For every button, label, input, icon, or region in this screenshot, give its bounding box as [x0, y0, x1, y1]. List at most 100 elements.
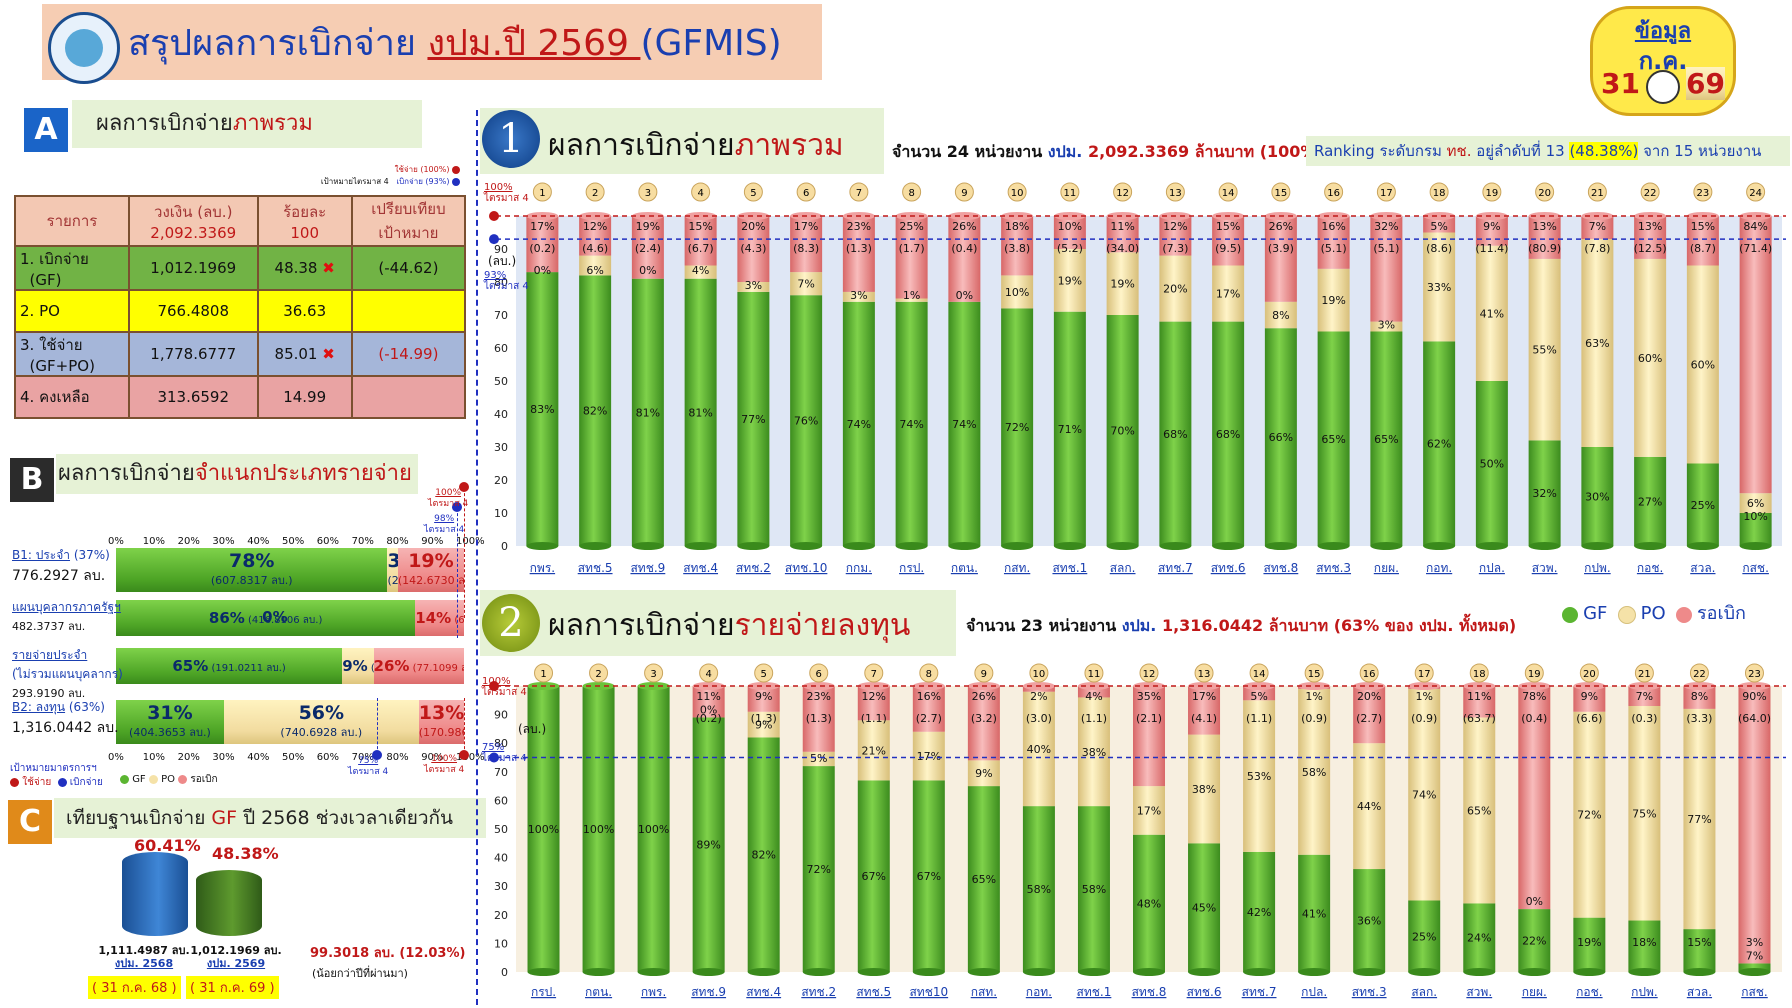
rank-label: 18: [1473, 669, 1486, 680]
department-logo-icon: [48, 12, 120, 84]
remaining-value-label: (5.2): [1057, 242, 1083, 255]
wait-value-label: 35%: [1137, 690, 1161, 703]
po-value-label: 0%: [956, 289, 973, 302]
chart1-unit: (ลบ.): [488, 254, 517, 268]
b-bar-segment-r: 13%(170.9861 ลบ.): [418, 700, 464, 744]
po-value-label: 0%: [1526, 895, 1543, 908]
rank-label: 6: [816, 669, 822, 680]
rank-label: 3: [650, 669, 656, 680]
gf-value-label: 67%: [917, 870, 941, 883]
rank-label: 23: [1748, 669, 1761, 680]
wait-value-label: 23%: [807, 690, 831, 703]
po-legend-icon: [1617, 605, 1636, 624]
b-bar-segment-g: 65% (191.0211 ลบ.): [116, 648, 343, 684]
po-value-label: 0%: [534, 264, 551, 277]
target-note: 100% ไตรมาส 4: [484, 182, 529, 204]
gf-value-label: 18%: [1632, 936, 1656, 949]
bar-base: [1528, 542, 1561, 550]
rank-label: 12: [1143, 669, 1156, 680]
rank-label: 24: [1749, 188, 1762, 199]
category-label: สทช.10: [785, 561, 827, 575]
po-value-label: 40%: [1027, 743, 1051, 756]
rank-label: 20: [1583, 669, 1596, 680]
target-dot: [489, 234, 499, 245]
po-value-label: 17%: [917, 750, 941, 763]
po-value-label: 60%: [1638, 352, 1662, 365]
wait-value-label: 12%: [1163, 220, 1187, 233]
rank-label: 2: [592, 188, 598, 199]
b-bar-segment-y: 56% (740.6928 ลบ.): [223, 700, 419, 744]
chart1-heading: ผลการเบิกจ่ายภาพรวม: [548, 128, 844, 163]
category-label: กตน.: [951, 561, 978, 575]
category-label: สทช.1: [1052, 561, 1087, 575]
category-label: กพร.: [530, 561, 555, 575]
col-item-header: รายการ: [14, 195, 130, 247]
bar-base: [1518, 968, 1551, 976]
rank-label: 22: [1693, 669, 1706, 680]
category-label: สทช.3: [1316, 561, 1351, 575]
po-value-label: 10%: [1005, 286, 1029, 299]
remaining-value-label: (0.9): [1301, 712, 1327, 725]
b-row-labels: B1: ประจำ (37%) 776.2927 ลบ. แผนบุคลากรภาค…: [12, 548, 123, 748]
rank-label: 11: [1088, 669, 1101, 680]
y-tick-label: 20: [494, 474, 508, 487]
wait-value-label: 84%: [1743, 220, 1767, 233]
bar-base: [1053, 542, 1086, 550]
c-prev-cylinder: [122, 852, 188, 936]
summary-row-spent: 3. ใช้จ่าย (GF+PO) 1,778.6777 85.01 ✖ (-…: [14, 331, 467, 377]
po-value-label: 55%: [1532, 344, 1556, 357]
rank-label: 9: [981, 669, 987, 680]
remaining-value-label: (0.4): [1521, 712, 1547, 725]
category-label: สทช.6: [1187, 985, 1222, 999]
wait-value-label: 9%: [1581, 690, 1598, 703]
remaining-value-label: (71.4): [1739, 242, 1772, 255]
remaining-value-label: (2.7): [1356, 712, 1382, 725]
wait-value-label: 5%: [1430, 220, 1447, 233]
remaining-value-label: (64.0): [1738, 712, 1771, 725]
category-label: กรป.: [899, 561, 924, 575]
gf-value-label: 76%: [794, 415, 818, 428]
bar-base: [1022, 968, 1055, 976]
category-label: สทช.4: [746, 985, 781, 999]
b-axis-tick: 80%: [386, 536, 409, 547]
category-label: กตน.: [585, 985, 612, 999]
wait-value-label: 16%: [917, 690, 941, 703]
gf-value-label: 70%: [1110, 425, 1134, 438]
wait-value-label: 17%: [530, 220, 554, 233]
bar-base: [842, 542, 875, 550]
gf-value-label: 27%: [1638, 495, 1662, 508]
remaining-value-label: (0.2): [529, 242, 555, 255]
bar-base: [631, 542, 664, 550]
gf-value-label: 100%: [583, 823, 614, 836]
gf-value-label: 82%: [751, 849, 775, 862]
chart2-plot: 01020304050607080901กรป.100%2กตน.100%3กพ…: [489, 663, 1786, 999]
rank-label: 10: [1011, 188, 1024, 199]
wait-value-label: 15%: [1216, 220, 1240, 233]
b-bar-segment-r: 19%(142.6730 ลบ.): [397, 548, 464, 592]
chart2-number-icon: 2: [482, 594, 540, 652]
rank-label: 9: [961, 188, 967, 199]
wait-legend-icon: [1675, 606, 1692, 623]
bar-base: [1317, 542, 1350, 550]
series-legend: GF PO รอเบิก: [1562, 598, 1746, 627]
target-note: 75% ไตรมาส 4: [482, 742, 527, 764]
b-axis-tick: 70%: [351, 536, 374, 547]
remaining-value-label: (80.9): [1528, 242, 1561, 255]
po-value-label: 19%: [1058, 274, 1082, 287]
y-tick-label: 30: [494, 880, 508, 893]
chart1-number-icon: 1: [482, 110, 540, 168]
col-target-header: เปรียบเทียบ เป้าหมาย: [350, 195, 467, 247]
category-label: สทช.9: [630, 561, 665, 575]
remaining-value-label: (3.2): [971, 712, 997, 725]
po-value-label: 77%: [1687, 813, 1711, 826]
bar-base: [684, 542, 717, 550]
gf-value-label: 68%: [1163, 428, 1187, 441]
remaining-value-label: (5.1): [1321, 242, 1347, 255]
po-value-label: 63%: [1585, 337, 1609, 350]
b-row-label: แผนบุคลากรภาครัฐฯ 482.3737 ลบ.: [12, 600, 121, 633]
bar-base: [802, 968, 835, 976]
gf-value-label: 24%: [1467, 932, 1491, 945]
wait-value-label: 26%: [972, 690, 996, 703]
gf-value-label: 72%: [807, 863, 831, 876]
bar-base: [1133, 968, 1165, 976]
